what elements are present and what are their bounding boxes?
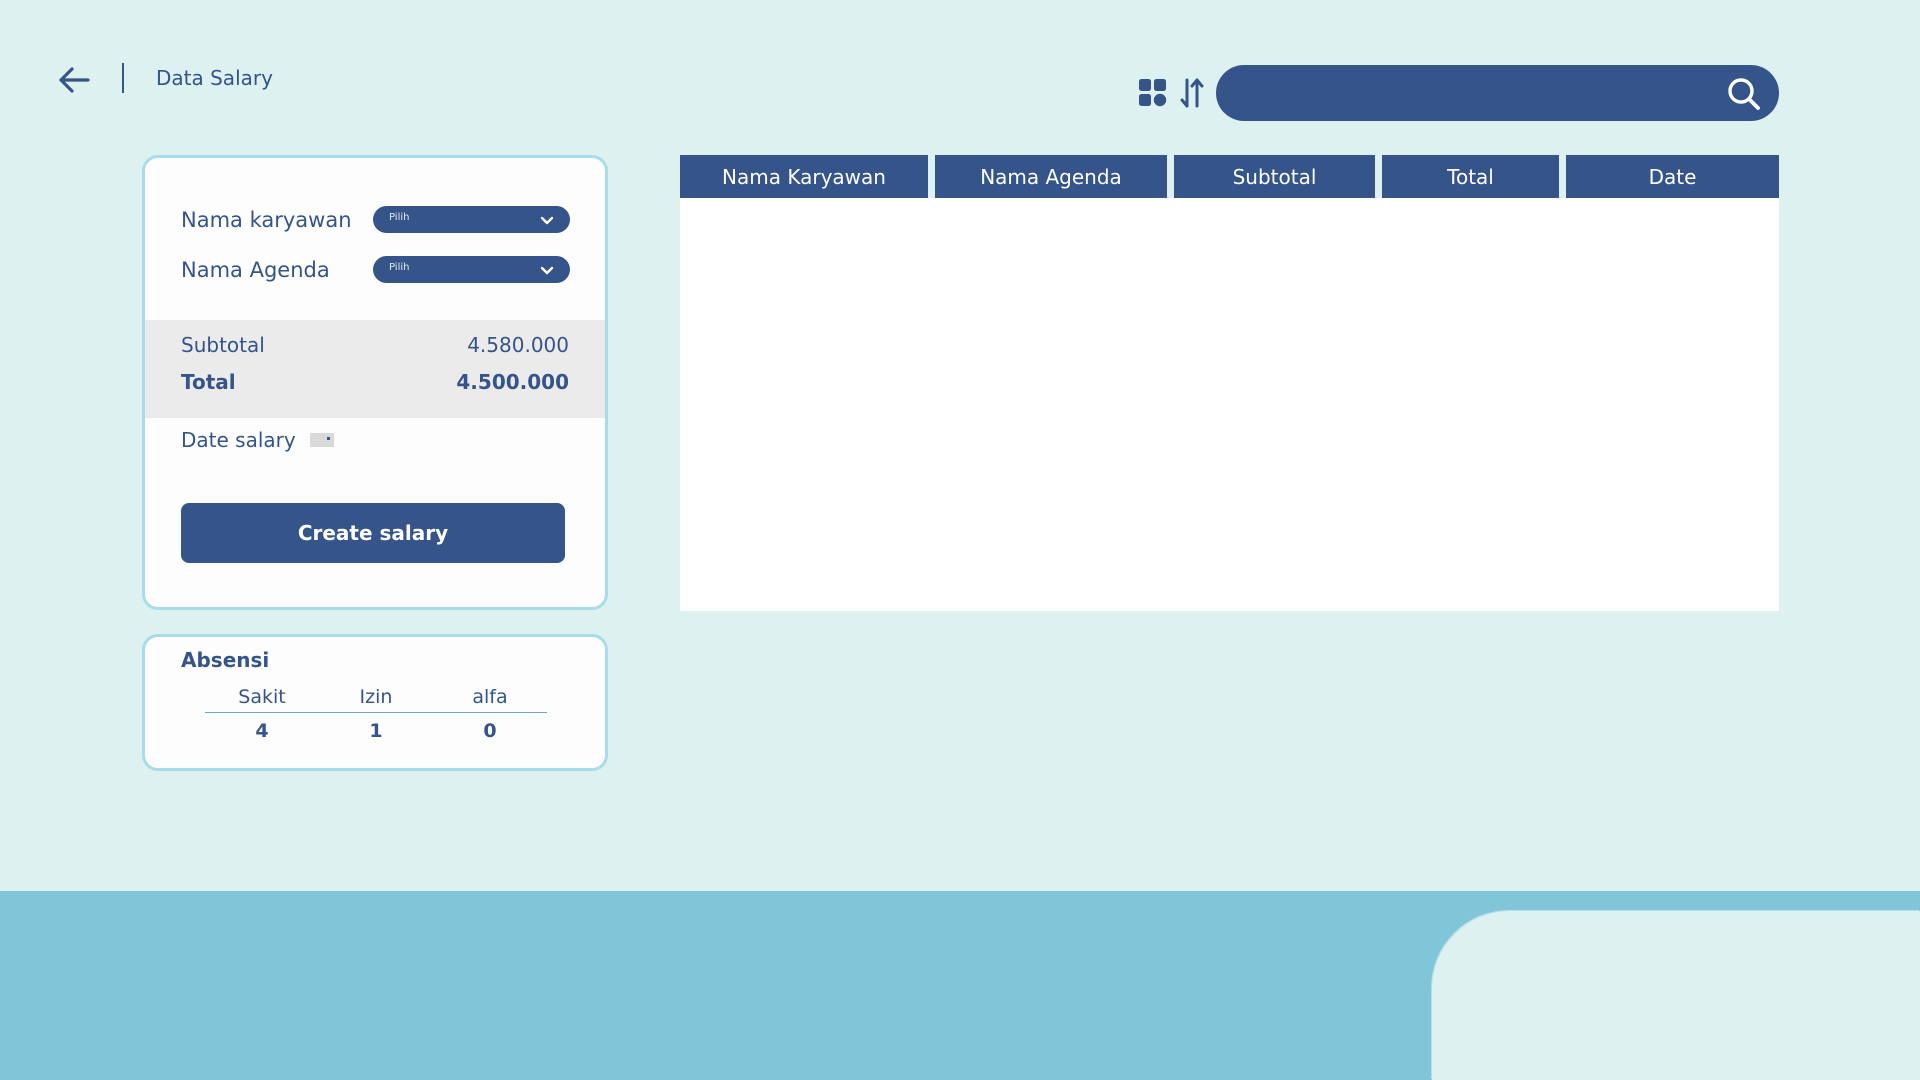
column-header-total[interactable]: Total [1382, 155, 1559, 198]
salary-form-card: Nama karyawan Pilih Nama Agenda Pilih Su… [142, 155, 608, 610]
absensi-value-izin: 1 [369, 720, 383, 742]
date-salary-row: Date salary [181, 428, 334, 452]
absensi-col-izin: Izin [359, 686, 393, 708]
absensi-col-sakit: Sakit [238, 686, 286, 708]
salary-table-body [680, 198, 1779, 611]
employee-label: Nama karyawan [181, 207, 352, 232]
grid-view-icon [1139, 79, 1167, 107]
column-header-nama-agenda[interactable]: Nama Agenda [935, 155, 1167, 198]
search-input[interactable] [1244, 65, 1714, 121]
absensi-value-alfa: 0 [483, 720, 497, 742]
column-header-date[interactable]: Date [1566, 155, 1779, 198]
page-title: Data Salary [156, 66, 273, 90]
subtotal-row: Subtotal 4.580.000 [181, 333, 569, 357]
header-divider [122, 63, 124, 93]
date-salary-input[interactable] [309, 433, 334, 447]
salary-table-header: Nama Karyawan Nama Agenda Subtotal Total… [680, 155, 1779, 198]
subtotal-value: 4.580.000 [467, 333, 569, 357]
search-icon[interactable] [1727, 77, 1761, 111]
absensi-col-alfa: alfa [472, 686, 508, 708]
sort-icon [1180, 78, 1204, 108]
total-label: Total [181, 370, 236, 394]
employee-select-value: Pilih [389, 212, 410, 223]
subtotal-label: Subtotal [181, 333, 265, 357]
absensi-title: Absensi [181, 648, 270, 672]
absensi-values-row: 4 1 0 [205, 720, 547, 742]
absensi-card: Absensi Sakit Izin alfa 4 1 0 [142, 634, 608, 771]
chevron-down-icon [540, 216, 554, 225]
arrow-left-icon [59, 67, 90, 93]
footer-notch-decoration [1432, 911, 1920, 1080]
agenda-select[interactable]: Pilih [373, 256, 570, 283]
employee-field-row: Nama karyawan Pilih [181, 206, 570, 233]
back-button[interactable] [56, 62, 92, 98]
grid-view-button[interactable] [1138, 78, 1168, 108]
agenda-field-row: Nama Agenda Pilih [181, 256, 570, 283]
date-salary-label: Date salary [181, 428, 296, 452]
agenda-label: Nama Agenda [181, 257, 330, 282]
search-bar [1216, 65, 1779, 121]
totals-section: Subtotal 4.580.000 Total 4.500.000 [145, 320, 605, 418]
absensi-header-row: Sakit Izin alfa [205, 686, 547, 713]
create-salary-button[interactable]: Create salary [181, 503, 565, 563]
employee-select[interactable]: Pilih [373, 206, 570, 233]
total-row: Total 4.500.000 [181, 370, 569, 394]
column-header-nama-karyawan[interactable]: Nama Karyawan [680, 155, 928, 198]
column-header-subtotal[interactable]: Subtotal [1174, 155, 1375, 198]
chevron-down-icon [540, 266, 554, 275]
sort-button[interactable] [1177, 78, 1207, 108]
total-value: 4.500.000 [456, 370, 569, 394]
absensi-value-sakit: 4 [255, 720, 269, 742]
agenda-select-value: Pilih [389, 262, 410, 273]
